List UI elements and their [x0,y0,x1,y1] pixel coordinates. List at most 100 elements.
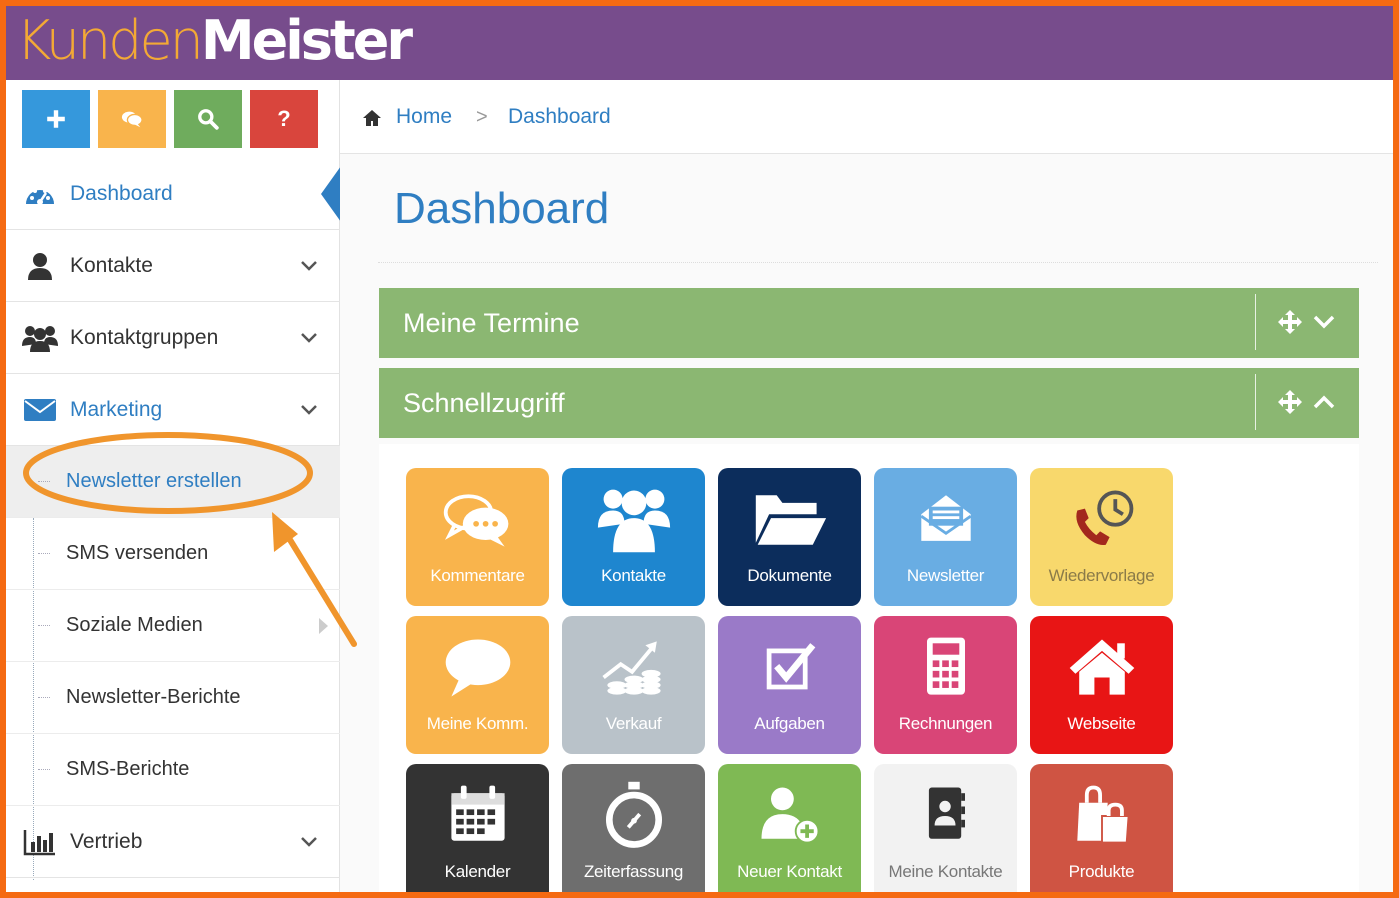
tile-wiedervorlage[interactable]: Wiedervorlage [1030,468,1173,606]
sidebar-item-vertrieb[interactable]: Vertrieb [6,806,340,878]
tile-kommentare[interactable]: Kommentare [406,468,549,606]
tile-meine-komm[interactable]: Meine Komm. [406,616,549,754]
submenu-item-newsletter-erstellen[interactable]: Newsletter erstellen [6,446,340,518]
comments-icon [121,111,143,128]
folder-open-icon [718,478,861,562]
chevron-down-icon[interactable] [1313,315,1335,329]
breadcrumb-home-link[interactable]: Home [396,105,452,129]
submenu-item-newsletter-berichte[interactable]: Newsletter-Berichte [6,662,340,734]
logo-part-kunden: Kunden [16,9,204,72]
plus-icon [47,110,65,128]
panel-divider [1255,374,1256,430]
sidebar-item-kontaktgruppen[interactable]: Kontaktgruppen [6,302,340,374]
tile-label: Dokumente [747,566,832,585]
submenu-item-sms-berichte[interactable]: SMS-Berichte [6,734,340,806]
quick-access-grid: Kommentare Kontakte Dokumente Newsletter [379,444,1359,892]
tree-connector [38,697,50,698]
tile-newsletter[interactable]: Newsletter [874,468,1017,606]
tile-label: Newsletter [906,566,985,585]
app-logo[interactable]: KundenMeister [16,9,413,72]
chevron-down-icon[interactable] [300,332,318,344]
chevron-down-icon[interactable] [300,836,318,848]
sidebar-item-kontakte[interactable]: Kontakte [6,230,340,302]
tile-label: Meine Komm. [426,714,529,733]
tile-webseite[interactable]: Webseite [1030,616,1173,754]
tile-label: Verkauf [605,714,662,733]
newsletter-icon [874,478,1017,562]
add-user-icon [718,774,861,858]
users-icon [22,323,58,353]
panel-divider [1255,294,1256,350]
sidebar-item-label: Dashboard [70,181,173,205]
envelope-icon [22,395,58,425]
top-bar: KundenMeister [6,6,1393,80]
submenu-item-label: Soziale Medien [66,614,203,636]
bar-chart-icon [22,827,58,857]
help-shortcut-button[interactable]: ? [250,90,318,148]
panel-meine-termine: Meine Termine [379,288,1359,358]
submenu-item-sms-versenden[interactable]: SMS versenden [6,518,340,590]
panel-schnellzugriff: Schnellzugriff [379,368,1359,438]
shopping-bags-icon [1030,774,1173,858]
tile-label: Wiedervorlage [1048,566,1155,585]
tile-label: Aufgaben [754,714,825,733]
chevron-up-icon[interactable] [1313,395,1335,409]
home-icon[interactable] [362,109,382,127]
active-indicator [321,166,341,222]
tile-neuer-kontakt[interactable]: Neuer Kontakt [718,764,861,892]
sidebar-item-label: Vertrieb [70,829,143,853]
main-content: Home > Dashboard Dashboard Meine Termine… [340,80,1393,892]
panel-title: Schnellzugriff [403,388,565,418]
tile-label: Rechnungen [898,714,993,733]
calculator-icon [874,626,1017,710]
tile-verkauf[interactable]: Verkauf [562,616,705,754]
breadcrumb: Home > Dashboard [340,80,1393,154]
sidebar-item-dashboard[interactable]: Dashboard [6,158,341,230]
tile-meine-kontakte[interactable]: Meine Kontakte [874,764,1017,892]
panel-title: Meine Termine [403,308,580,338]
breadcrumb-current[interactable]: Dashboard [508,105,611,129]
move-icon[interactable] [1277,389,1303,415]
submenu-arrow-icon[interactable] [319,618,328,634]
add-shortcut-button[interactable] [22,90,90,148]
sidebar-item-marketing[interactable]: Marketing [6,374,340,446]
shortcut-bar: ? [22,90,318,148]
sidebar-item-label: Kontakte [70,253,153,277]
tile-dokumente[interactable]: Dokumente [718,468,861,606]
tile-kalender[interactable]: Kalender [406,764,549,892]
tile-zeiterfassung[interactable]: Zeiterfassung [562,764,705,892]
tile-label: Kontakte [601,566,666,585]
tree-connector [38,625,50,626]
tile-kontakte[interactable]: Kontakte [562,468,705,606]
speech-bubble-icon [406,626,549,710]
sidebar: ? Dashboard Kontakte Kontaktgruppen Mark… [6,80,341,892]
question-icon: ? [277,106,291,131]
search-icon [198,109,219,130]
move-icon[interactable] [1277,309,1303,335]
calendar-icon [406,774,549,858]
tile-label: Kommentare [430,566,525,585]
comments-icon [406,478,549,562]
tile-label: Meine Kontakte [888,862,1003,881]
tile-rechnungen[interactable]: Rechnungen [874,616,1017,754]
address-book-icon [874,774,1017,858]
submenu-item-soziale-medien[interactable]: Soziale Medien [6,590,340,662]
sidebar-item-label: Marketing [70,397,163,421]
tile-label: Webseite [1067,714,1136,733]
user-icon [22,251,58,281]
tile-produkte[interactable]: Produkte [1030,764,1173,892]
tree-connector [38,769,50,770]
phone-clock-icon [1030,478,1173,562]
submenu-item-label: Newsletter erstellen [66,470,242,492]
chevron-down-icon[interactable] [300,260,318,272]
tile-label: Neuer Kontakt [737,862,842,881]
submenu-item-label: SMS-Berichte [66,758,190,780]
task-check-icon [718,626,861,710]
comments-shortcut-button[interactable] [98,90,166,148]
title-divider [378,262,1378,263]
chevron-down-icon[interactable] [300,404,318,416]
logo-part-meister: Meister [200,9,413,72]
submenu-item-label: Newsletter-Berichte [66,686,241,708]
search-shortcut-button[interactable] [174,90,242,148]
tile-aufgaben[interactable]: Aufgaben [718,616,861,754]
